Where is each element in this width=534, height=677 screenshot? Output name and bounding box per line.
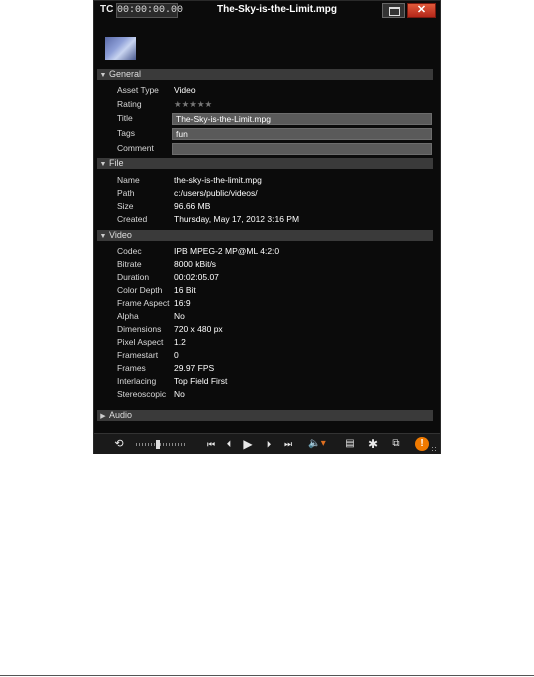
window-title: The-Sky-is-the-Limit.mpg — [216, 4, 337, 15]
asset-type-value: Video — [174, 85, 196, 95]
skip-to-end-icon[interactable]: ⏭ — [281, 437, 295, 451]
color-depth-value: 16 Bit — [174, 285, 196, 295]
asset-type-label: Asset Type — [117, 85, 159, 95]
tags-label: Tags — [117, 128, 135, 138]
frame-aspect-row: Frame Aspect 16:9 — [117, 297, 417, 310]
expanded-triangle-icon: ▼ — [99, 72, 107, 79]
file-size-label: Size — [117, 201, 134, 211]
section-audio[interactable]: ▶ Audio — [97, 410, 433, 421]
section-audio-label: Audio — [109, 410, 133, 420]
timecode-label: TC — [100, 4, 114, 15]
codec-row: Codec IPB MPEG-2 MP@ML 4:2:0 — [117, 245, 417, 258]
section-general-label: General — [109, 69, 142, 79]
frames-value: 29.97 FPS — [174, 363, 215, 373]
section-video[interactable]: ▼ Video — [97, 230, 433, 241]
frame-aspect-label: Frame Aspect — [117, 298, 170, 308]
loop-icon[interactable]: ⟲ — [112, 437, 126, 451]
gear-icon[interactable]: ✱ — [366, 437, 380, 451]
title-label: Title — [117, 113, 133, 123]
step-back-icon[interactable]: ⏴ — [223, 437, 235, 451]
close-button[interactable]: ✕ — [407, 3, 436, 18]
resize-grip-icon[interactable] — [431, 446, 438, 453]
interlacing-row: Interlacing Top Field First — [117, 375, 417, 388]
section-general[interactable]: ▼ General — [97, 69, 433, 80]
timecode-field[interactable]: 00:00:00.00 — [116, 3, 183, 18]
file-path-row: Path c:/users/public/videos/ — [117, 187, 417, 200]
clip-stack-icon[interactable]: ▤ — [344, 437, 356, 451]
volume-icon[interactable]: 🔈▾ — [308, 437, 326, 451]
video-thumbnail — [105, 37, 136, 60]
stereoscopic-row: Stereoscopic No — [117, 388, 417, 401]
file-created-label: Created — [117, 214, 148, 224]
dimensions-row: Dimensions 720 x 480 px — [117, 323, 417, 336]
rating-label: Rating — [117, 99, 142, 109]
color-depth-row: Color Depth 16 Bit — [117, 284, 417, 297]
pixel-aspect-row: Pixel Aspect 1.2 — [117, 336, 417, 349]
info-button[interactable]: ! — [415, 437, 429, 451]
stereoscopic-value: No — [174, 389, 185, 399]
interlacing-label: Interlacing — [117, 376, 157, 386]
file-path-value: c:/users/public/videos/ — [174, 188, 258, 198]
maximize-button[interactable] — [382, 3, 405, 18]
alpha-row: Alpha No — [117, 310, 417, 323]
dimensions-label: Dimensions — [117, 324, 162, 334]
skip-to-start-icon[interactable]: ⏮ — [204, 437, 218, 451]
bitrate-label: Bitrate — [117, 259, 142, 269]
section-file-label: File — [109, 158, 124, 168]
title-field[interactable]: The-Sky-is-the-Limit.mpg — [172, 113, 432, 125]
framestart-value: 0 — [174, 350, 179, 360]
shuttle-slider-handle[interactable] — [156, 440, 160, 449]
external-window-icon[interactable]: ⧉ — [389, 437, 403, 451]
file-created-row: Created Thursday, May 17, 2012 3:16 PM — [117, 213, 417, 226]
media-info-window: TC 00:00:00.00 The-Sky-is-the-Limit.mpg … — [93, 0, 441, 454]
alpha-value: No — [174, 311, 185, 321]
color-depth-label: Color Depth — [117, 285, 163, 295]
maximize-icon — [389, 7, 400, 16]
stereoscopic-label: Stereoscopic — [117, 389, 167, 399]
expanded-triangle-icon: ▼ — [99, 233, 107, 240]
playback-toolbar: ⟲ ⏮ ⏴ ▶ ⏵ ⏭ 🔈▾ ▤ ✱ ⧉ ! — [94, 433, 440, 454]
file-name-label: Name — [117, 175, 140, 185]
play-icon[interactable]: ▶ — [241, 437, 255, 451]
tags-field[interactable]: fun — [172, 128, 432, 140]
pixel-aspect-label: Pixel Aspect — [117, 337, 164, 347]
alpha-label: Alpha — [117, 311, 139, 321]
collapsed-triangle-icon: ▶ — [100, 413, 106, 420]
dimensions-value: 720 x 480 px — [174, 324, 223, 334]
file-size-row: Size 96.66 MB — [117, 200, 417, 213]
bitrate-value: 8000 kBit/s — [174, 259, 217, 269]
frames-label: Frames — [117, 363, 146, 373]
duration-label: Duration — [117, 272, 150, 282]
expanded-triangle-icon: ▼ — [99, 161, 107, 168]
duration-value: 00:02:05.07 — [174, 272, 219, 282]
frames-row: Frames 29.97 FPS — [117, 362, 417, 375]
shuttle-slider[interactable] — [136, 440, 186, 449]
rating-row: Rating ★★★★★ — [117, 98, 417, 111]
frame-aspect-value: 16:9 — [174, 298, 191, 308]
step-forward-icon[interactable]: ⏵ — [263, 437, 275, 451]
codec-label: Codec — [117, 246, 142, 256]
file-name-value: the-sky-is-the-limit.mpg — [174, 175, 262, 185]
file-name-row: Name the-sky-is-the-limit.mpg — [117, 174, 417, 187]
bitrate-row: Bitrate 8000 kBit/s — [117, 258, 417, 271]
rating-stars[interactable]: ★★★★★ — [174, 98, 212, 111]
section-file[interactable]: ▼ File — [97, 158, 433, 169]
title-bar: TC 00:00:00.00 The-Sky-is-the-Limit.mpg … — [94, 1, 440, 21]
framestart-row: Framestart 0 — [117, 349, 417, 362]
pixel-aspect-value: 1.2 — [174, 337, 186, 347]
file-path-label: Path — [117, 188, 135, 198]
framestart-label: Framestart — [117, 350, 159, 360]
section-video-label: Video — [109, 230, 132, 240]
interlacing-value: Top Field First — [174, 376, 228, 386]
comment-label: Comment — [117, 143, 154, 153]
duration-row: Duration 00:02:05.07 — [117, 271, 417, 284]
comment-field[interactable] — [172, 143, 432, 155]
file-created-value: Thursday, May 17, 2012 3:16 PM — [174, 214, 300, 224]
codec-value: IPB MPEG-2 MP@ML 4:2:0 — [174, 246, 280, 256]
page-bottom-rule — [0, 675, 534, 676]
file-size-value: 96.66 MB — [174, 201, 211, 211]
